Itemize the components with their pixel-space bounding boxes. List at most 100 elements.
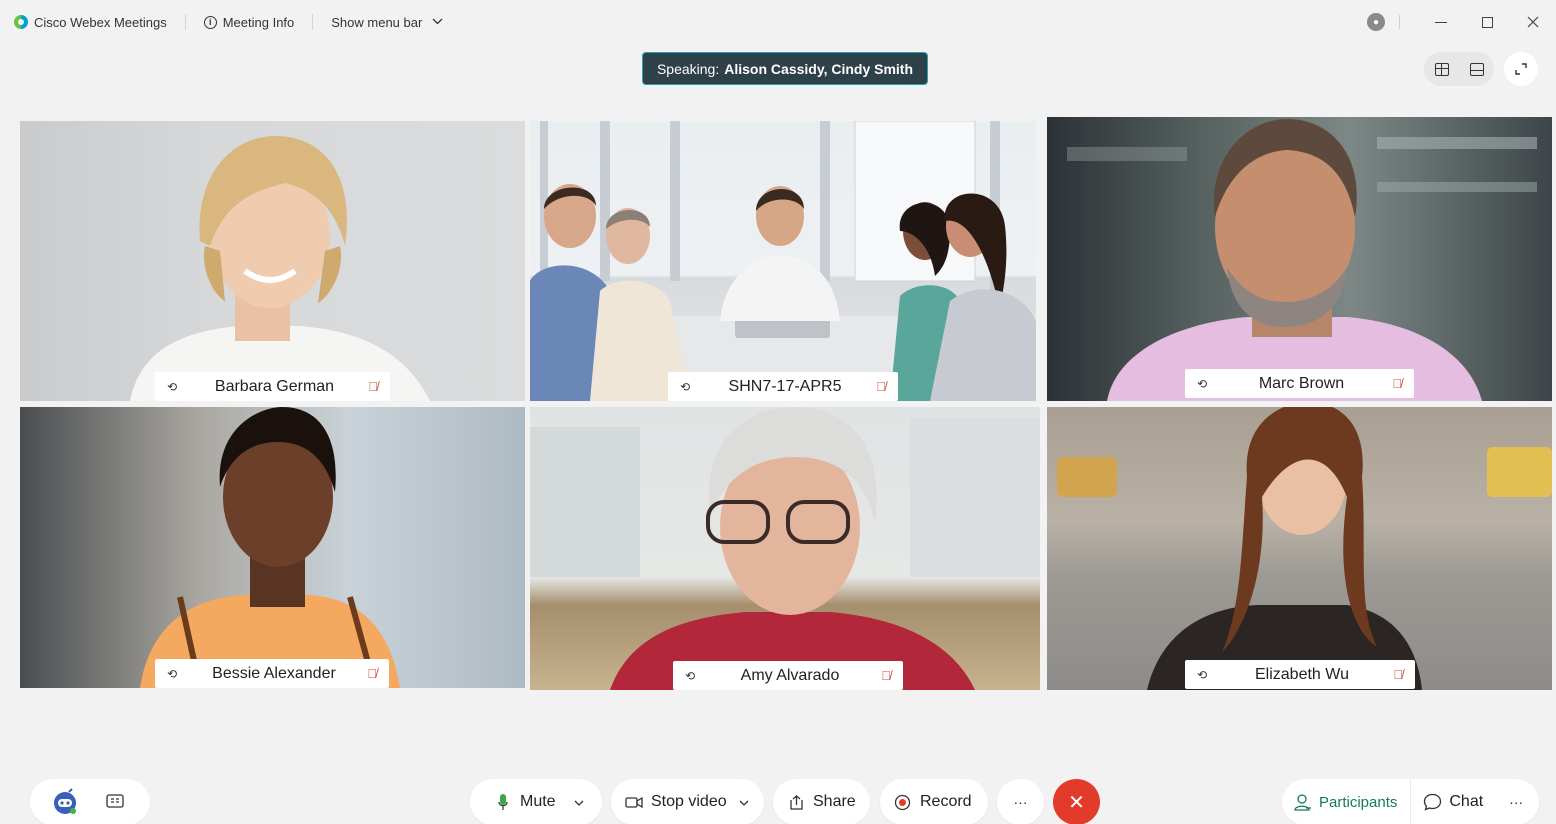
show-menu-bar-button[interactable]: Show menu bar [331, 15, 443, 30]
stop-video-button[interactable]: Stop video [625, 793, 727, 811]
app-name: Cisco Webex Meetings [34, 14, 167, 30]
layout-switcher [1424, 52, 1494, 86]
participant-video [530, 407, 1040, 690]
signal-icon: ⟲ [1197, 667, 1208, 682]
show-menu-bar-label: Show menu bar [331, 14, 423, 30]
participant-video [140, 407, 400, 688]
close-icon: ✕ [1068, 791, 1085, 814]
participant-name: SHN7-17-APR5 [728, 377, 842, 395]
stage-view-icon[interactable] [1469, 62, 1484, 76]
chevron-down-icon [739, 800, 749, 806]
robot-icon [54, 788, 76, 814]
close-icon [1527, 16, 1539, 28]
record-content: Record [894, 793, 972, 811]
more-icon: ··· [1509, 794, 1524, 810]
record-label: Record [920, 793, 972, 810]
record-icon [894, 794, 911, 810]
participants-button[interactable]: Participants [1294, 794, 1397, 811]
chat-label: Chat [1449, 793, 1484, 810]
closed-captions-icon [106, 794, 124, 808]
video-options-button[interactable] [739, 793, 749, 811]
video-tile[interactable]: ⟲ Elizabeth Wu 🎙̸ [1047, 407, 1552, 690]
muted-mic-icon: 🎙̸ [876, 379, 886, 394]
meeting-info-label: Meeting Info [222, 14, 295, 30]
share-content: Share [788, 793, 856, 811]
chat-icon [1424, 793, 1442, 811]
speaking-names: Alison Cassidy, Cindy Smith [724, 60, 914, 77]
speaking-indicator: Speaking: Alison Cassidy, Cindy Smith [643, 53, 927, 84]
muted-mic-icon: 🎙̸ [1393, 667, 1403, 682]
assistant-controls [30, 779, 150, 824]
participant-nameplate: ⟲ Amy Alvarado 🎙̸ [673, 661, 903, 690]
audio-options-button[interactable] [574, 793, 584, 811]
record-button[interactable]: Record [880, 779, 988, 824]
mute-label: Mute [520, 793, 556, 810]
info-icon: i [203, 15, 217, 29]
webex-logo-icon [14, 15, 28, 29]
divider [184, 14, 186, 30]
participant-nameplate: ⟲ SHN7-17-APR5 🎙̸ [668, 372, 898, 401]
video-tile[interactable]: ⟲ Barbara German 🎙̸ [20, 121, 525, 401]
share-button[interactable]: Share [773, 779, 870, 824]
maximize-button[interactable] [1464, 0, 1510, 44]
muted-mic-icon: 🎙̸ [368, 379, 378, 394]
close-button[interactable] [1510, 0, 1556, 44]
panel-more-button[interactable]: ··· [1509, 794, 1523, 810]
participants-icon [1294, 793, 1311, 811]
chevron-down-icon [574, 800, 584, 806]
signal-icon: ⟲ [685, 668, 696, 683]
expand-icon [1515, 63, 1527, 75]
speaking-prefix: Speaking: [656, 60, 720, 77]
divider [1399, 15, 1400, 29]
signal-icon: ⟲ [167, 666, 178, 681]
muted-mic-icon: 🎙̸ [1392, 376, 1402, 391]
webex-assistant-button[interactable] [48, 785, 82, 819]
fullscreen-button[interactable] [1504, 52, 1538, 86]
divider [1410, 779, 1412, 824]
participant-nameplate: ⟲ Bessie Alexander 🎙̸ [155, 659, 389, 688]
share-icon [790, 794, 803, 810]
microphone-icon [498, 794, 508, 810]
video-camera-icon [625, 796, 643, 808]
captions-button[interactable] [102, 789, 128, 815]
participant-video [1057, 407, 1552, 690]
participant-nameplate: ⟲ Barbara German 🎙̸ [155, 372, 390, 401]
panel-controls: Participants Chat ··· [1282, 779, 1539, 824]
signal-icon: ⟲ [1197, 376, 1208, 391]
status-icon[interactable]: ● [1367, 13, 1385, 31]
title-bar: Cisco Webex Meetings i Meeting Info Show… [0, 0, 1556, 44]
chat-button[interactable]: Chat [1423, 793, 1483, 811]
meeting-info-button[interactable]: i Meeting Info [203, 14, 295, 30]
chevron-down-icon [432, 17, 443, 28]
participant-video [1067, 119, 1537, 401]
participant-video [130, 136, 430, 401]
participant-name: Marc Brown [1258, 374, 1345, 392]
stop-video-label: Stop video [651, 793, 727, 810]
participant-nameplate: ⟲ Elizabeth Wu 🎙̸ [1185, 660, 1415, 689]
participant-name: Barbara German [214, 377, 335, 395]
mute-button[interactable]: Mute [498, 793, 556, 811]
participant-name: Elizabeth Wu [1255, 665, 1349, 683]
end-meeting-button[interactable]: ✕ [1053, 779, 1100, 824]
video-tile[interactable]: ⟲ SHN7-17-APR5 🎙̸ [530, 121, 1036, 401]
muted-mic-icon: 🎙̸ [881, 668, 891, 683]
participants-label: Participants [1319, 793, 1398, 811]
grid-view-icon[interactable] [1434, 62, 1449, 76]
video-tile[interactable]: ⟲ Marc Brown 🎙̸ [1047, 117, 1552, 401]
muted-mic-icon: 🎙̸ [367, 666, 377, 681]
more-icon: ··· [1013, 794, 1028, 810]
signal-icon: ⟲ [680, 379, 691, 394]
app-title: Cisco Webex Meetings [14, 15, 167, 30]
participant-video [530, 121, 1036, 401]
share-label: Share [813, 793, 856, 810]
mute-control: Mute [470, 779, 602, 824]
participant-nameplate: ⟲ Marc Brown 🎙̸ [1185, 369, 1414, 398]
minimize-icon [1435, 21, 1447, 23]
signal-icon: ⟲ [167, 379, 178, 394]
minimize-button[interactable] [1418, 0, 1464, 44]
more-options-button[interactable]: ··· [997, 779, 1044, 824]
video-tile[interactable]: ⟲ Amy Alvarado 🎙̸ [530, 407, 1040, 690]
participant-name: Amy Alvarado [740, 666, 840, 684]
maximize-icon [1481, 16, 1493, 28]
video-tile[interactable]: ⟲ Bessie Alexander 🎙̸ [20, 407, 525, 688]
